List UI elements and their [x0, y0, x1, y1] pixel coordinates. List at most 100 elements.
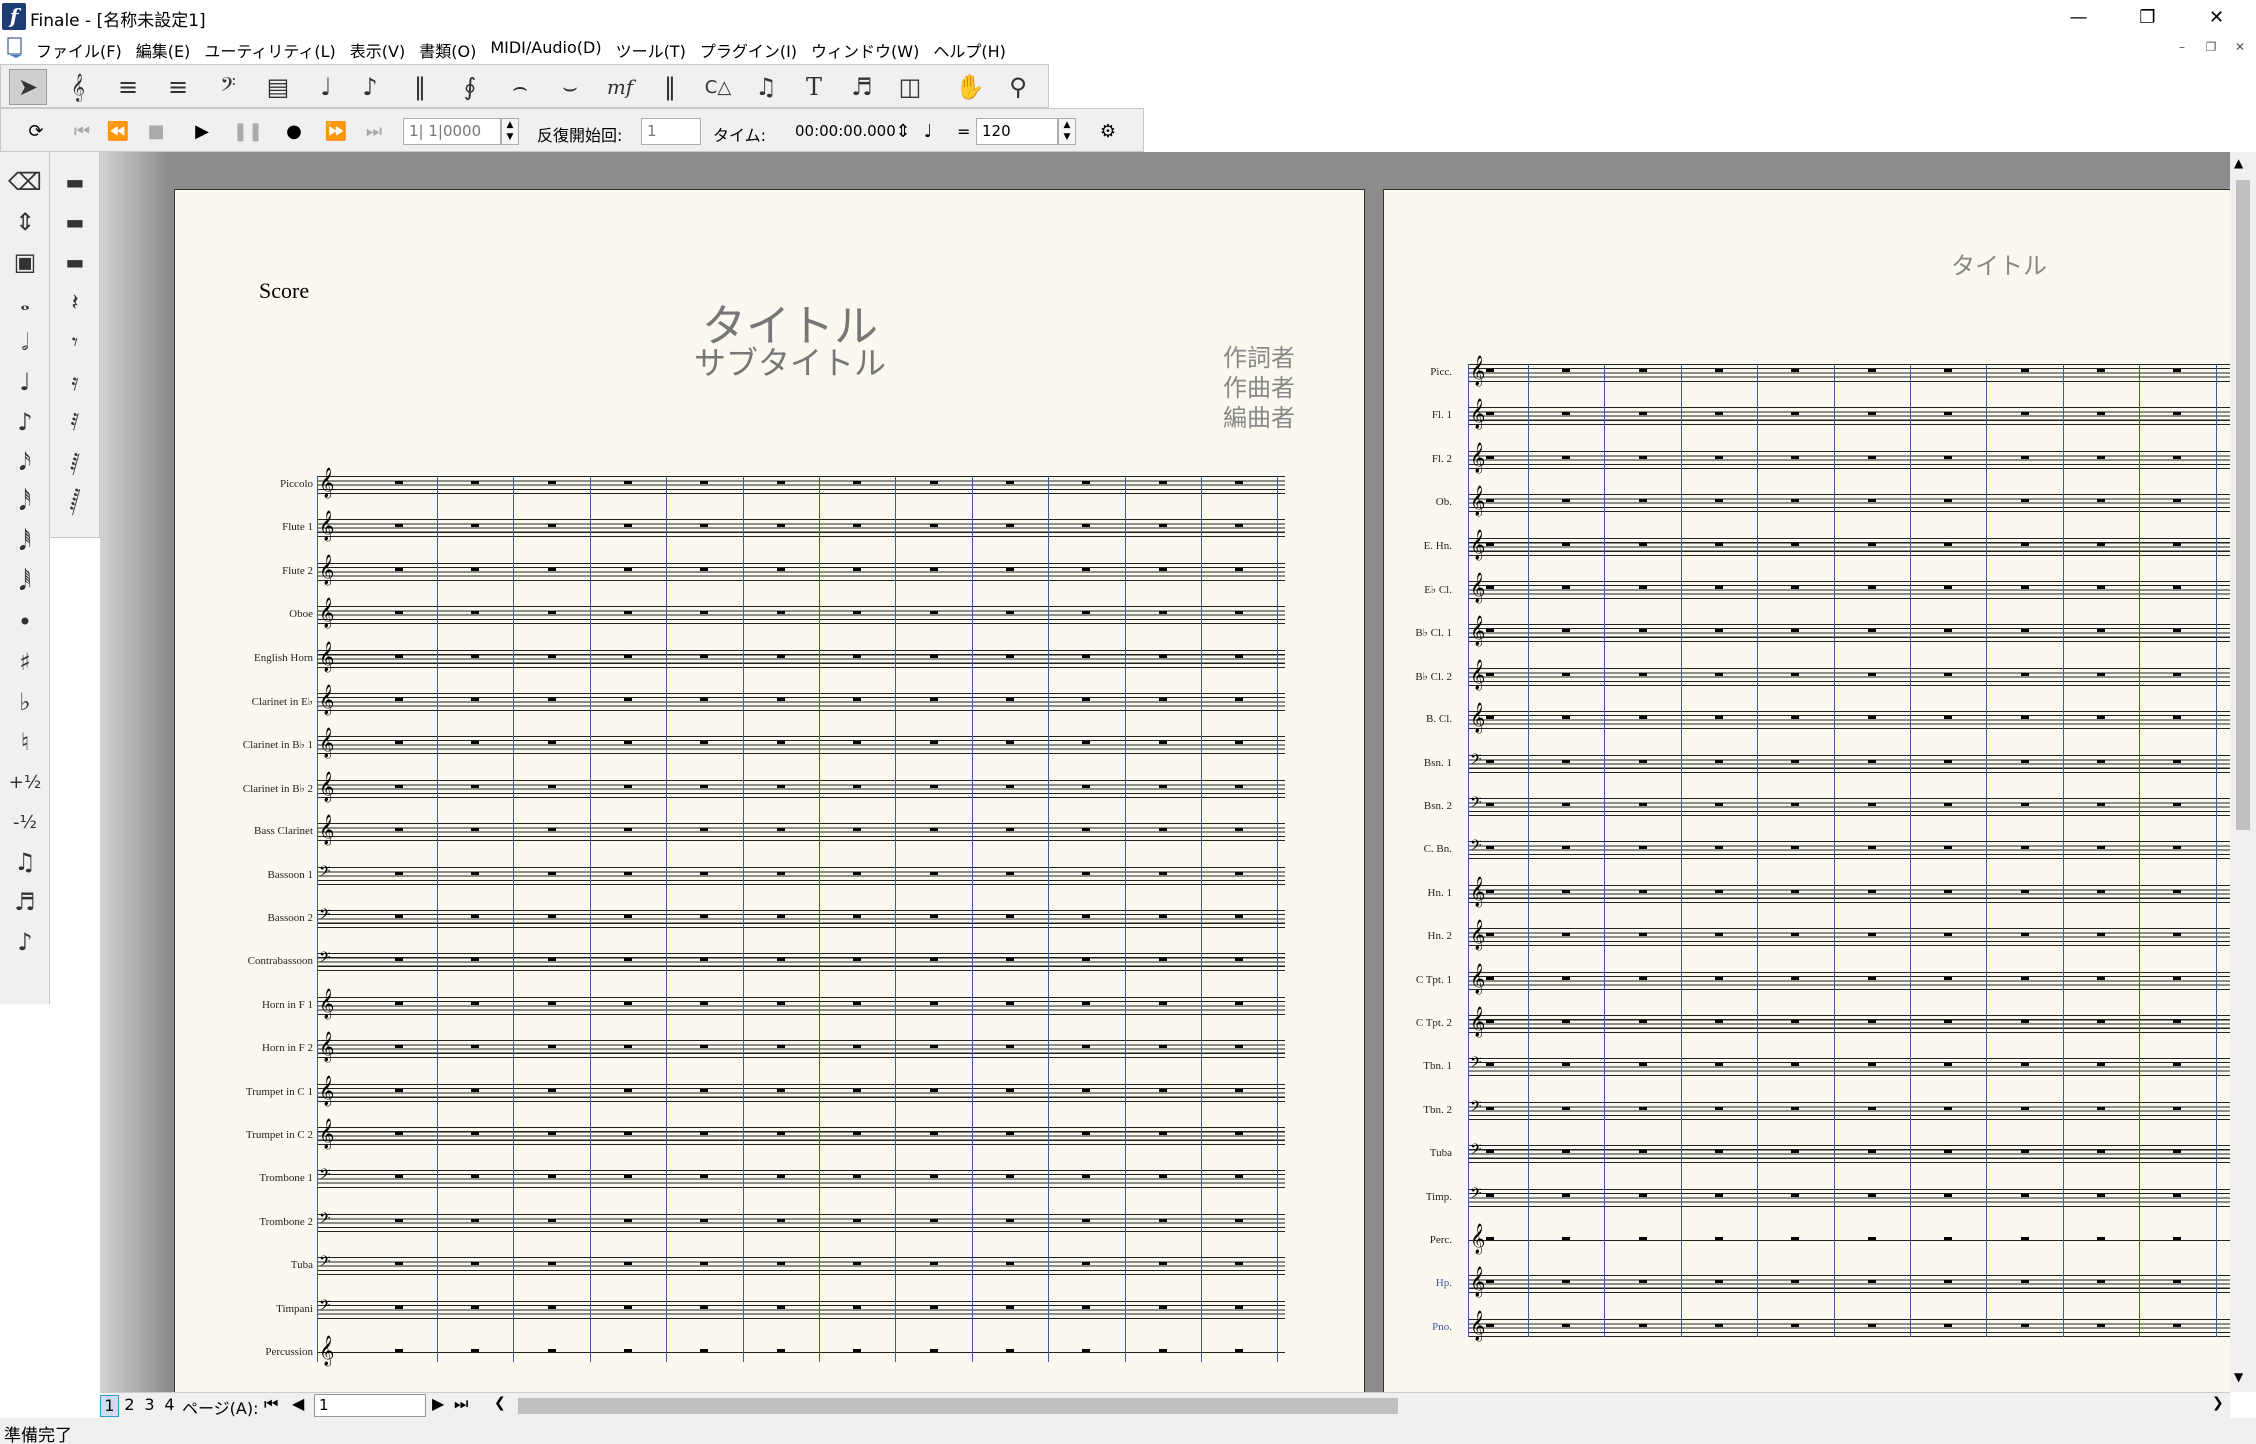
- clef-tool-icon[interactable]: 𝄢: [209, 69, 247, 105]
- repeat-tool-icon[interactable]: ∮: [451, 69, 489, 105]
- staff[interactable]: [1468, 1058, 2230, 1077]
- pause-icon[interactable]: ❚❚: [231, 115, 265, 147]
- menu-midi-audio[interactable]: MIDI/Audio(D): [490, 38, 601, 62]
- first-page-icon[interactable]: ⏮: [264, 1394, 278, 1414]
- staff[interactable]: [1468, 884, 2230, 903]
- sixteenth-note-icon[interactable]: 𝅘𝅥𝅯: [4, 442, 46, 482]
- staff-tool-icon[interactable]: 𝄞: [59, 69, 97, 105]
- staff[interactable]: [1468, 1101, 2230, 1120]
- grace-note-icon[interactable]: ♪: [351, 69, 389, 105]
- half-rest-icon[interactable]: ▬: [54, 202, 96, 242]
- staff[interactable]: [1468, 711, 2230, 730]
- page-number-field[interactable]: 1: [314, 1394, 426, 1417]
- graphics-tool-icon[interactable]: ◫: [891, 69, 929, 105]
- rewind-start-icon[interactable]: ⏮: [65, 115, 99, 147]
- menu-document[interactable]: 書類(O): [419, 38, 476, 62]
- staff[interactable]: [317, 1170, 1285, 1189]
- staff[interactable]: [317, 1040, 1285, 1059]
- scroll-left-icon[interactable]: ❮: [494, 1395, 506, 1411]
- slur-tool-icon[interactable]: ⌢: [501, 69, 539, 105]
- next-page-icon[interactable]: ▶: [432, 1394, 444, 1413]
- staff[interactable]: [1468, 667, 2230, 686]
- staff[interactable]: [1468, 798, 2230, 816]
- mirror-tool-icon[interactable]: ♬: [843, 69, 881, 105]
- staff[interactable]: [317, 866, 1285, 885]
- page-tab-3[interactable]: 3: [140, 1395, 159, 1417]
- repeat-barline-icon[interactable]: ‖: [651, 69, 689, 105]
- repeat-start-select[interactable]: 1: [641, 118, 701, 145]
- raise-half-step-icon[interactable]: +½: [4, 762, 46, 802]
- hand-grabber-icon[interactable]: ✋: [951, 69, 989, 105]
- eighth-rest-icon[interactable]: 𝄾: [54, 322, 96, 362]
- scroll-up-icon[interactable]: ▲: [2234, 156, 2243, 170]
- quarter-rest-icon[interactable]: 𝄽: [54, 282, 96, 322]
- tempo-spinner-icon[interactable]: ▲ ▼: [1058, 118, 1076, 145]
- expression-tool-icon[interactable]: mf: [601, 69, 639, 105]
- page-tab-4[interactable]: 4: [160, 1395, 179, 1417]
- staff[interactable]: [317, 953, 1285, 972]
- score-workspace[interactable]: Score タイトル サブタイトル 作詞者 作曲者 編曲者 Piccolo 𝄞 Fl…: [100, 152, 2230, 1392]
- sixty-fourth-note-icon[interactable]: 𝅘𝅥𝅱: [4, 522, 46, 562]
- tie-tool-icon[interactable]: ⌣: [551, 69, 589, 105]
- zoom-tool-icon[interactable]: ⚲: [999, 69, 1037, 105]
- measure-tool-icon[interactable]: ▤: [259, 69, 297, 105]
- page-tab-2[interactable]: 2: [120, 1395, 139, 1417]
- doc-restore-button[interactable]: ❐: [2201, 40, 2221, 54]
- chord-tool-icon[interactable]: C△: [699, 69, 737, 105]
- last-page-icon[interactable]: ⏭: [454, 1394, 468, 1414]
- staff[interactable]: [1468, 537, 2230, 556]
- staff[interactable]: [1468, 971, 2230, 990]
- staff[interactable]: [317, 519, 1285, 538]
- doc-close-button[interactable]: ✕: [2230, 40, 2250, 54]
- scroll-right-icon[interactable]: ❯: [2212, 1395, 2224, 1411]
- whole-note-icon[interactable]: 𝅝: [4, 282, 46, 322]
- staff[interactable]: [317, 996, 1285, 1015]
- settings-gear-icon[interactable]: ⚙: [1091, 115, 1125, 147]
- staff[interactable]: [317, 1300, 1285, 1319]
- menu-tools[interactable]: ツール(T): [616, 38, 686, 62]
- whole-rest-icon[interactable]: ▬: [54, 162, 96, 202]
- up-down-icon[interactable]: ⇕: [4, 202, 46, 242]
- simple-entry-icon[interactable]: ≡: [109, 69, 147, 105]
- quarter-note-icon[interactable]: ♩: [911, 115, 945, 147]
- staff[interactable]: [1468, 407, 2230, 426]
- record-icon[interactable]: ●: [277, 115, 311, 147]
- close-button[interactable]: ✕: [2182, 0, 2251, 34]
- eraser-icon[interactable]: ⌫: [4, 162, 46, 202]
- refresh-icon[interactable]: ⟳: [19, 115, 53, 147]
- lower-half-step-icon[interactable]: -½: [4, 802, 46, 842]
- staff[interactable]: [317, 1213, 1285, 1232]
- flat-icon[interactable]: ♭: [4, 682, 46, 722]
- sixty-fourth-rest-icon[interactable]: 𝅁: [54, 442, 96, 482]
- minimize-button[interactable]: —: [2044, 0, 2113, 34]
- tie-note-icon[interactable]: ♫: [4, 842, 46, 882]
- staff[interactable]: [317, 562, 1285, 581]
- quarter-note-palette-icon[interactable]: ♩: [4, 362, 46, 402]
- menu-plugins[interactable]: プラグイン(I): [700, 38, 797, 62]
- page-tab-1[interactable]: 1: [100, 1395, 119, 1417]
- forward-end-icon[interactable]: ⏭: [357, 115, 391, 147]
- staff[interactable]: [317, 910, 1285, 928]
- vertical-scrollbar[interactable]: ▲ ▼: [2230, 152, 2256, 1392]
- menu-help[interactable]: ヘルプ(H): [933, 38, 1006, 62]
- note-tool-icon[interactable]: ♩: [307, 69, 345, 105]
- text-tool-icon[interactable]: T: [795, 69, 833, 105]
- menu-window[interactable]: ウィンドウ(W): [811, 38, 919, 62]
- grace-note-palette-icon[interactable]: ♪: [4, 922, 46, 962]
- restore-button[interactable]: ❐: [2113, 0, 2182, 34]
- dot-icon[interactable]: •: [4, 602, 46, 642]
- sixteenth-rest-icon[interactable]: 𝄿: [54, 362, 96, 402]
- staff[interactable]: [1468, 928, 2230, 947]
- tuplet-tool-icon[interactable]: ‖: [401, 69, 439, 105]
- hundred-twenty-eighth-rest-icon[interactable]: 𝅂: [54, 482, 96, 522]
- staff[interactable]: [1468, 450, 2230, 469]
- selection-tool-icon[interactable]: ➤: [9, 69, 47, 105]
- staff[interactable]: [1468, 1275, 2230, 1294]
- measure-rest-icon[interactable]: ▣: [4, 242, 46, 282]
- staff[interactable]: [317, 736, 1285, 755]
- play-icon[interactable]: ▶: [185, 115, 219, 147]
- scroll-thumb[interactable]: [2236, 180, 2250, 830]
- previous-page-icon[interactable]: ◀: [292, 1394, 304, 1413]
- stop-icon[interactable]: ■: [139, 115, 173, 147]
- staff[interactable]: [1468, 1232, 2230, 1250]
